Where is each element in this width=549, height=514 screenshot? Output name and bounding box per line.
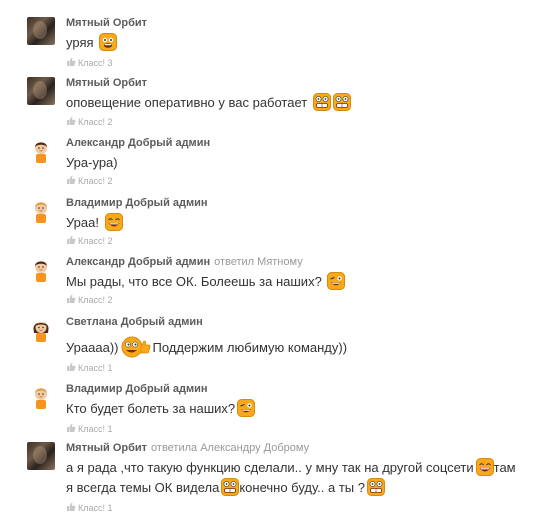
grinning-emoji-icon [312, 93, 331, 111]
thumbs-up-icon [67, 57, 76, 66]
like-button[interactable]: Класс! 2 [66, 116, 113, 128]
thumbs-up-emoji-icon [121, 336, 152, 358]
thumbs-up-icon [67, 502, 76, 511]
thumbs-up-icon [67, 362, 76, 371]
comment-text-part: конечно буду.. а ты ? [239, 480, 365, 495]
avatar[interactable] [27, 197, 55, 225]
laughing-emoji-icon [104, 213, 123, 231]
thumbs-up-icon [67, 235, 76, 244]
comment-text-part: Поддержим любимую команду)) [152, 340, 348, 355]
comment-text: Ураааа)) Поддержим любимую команду)) [66, 336, 536, 358]
avatar[interactable] [27, 137, 55, 165]
author-name[interactable]: Владимир Добрый админ [66, 383, 208, 395]
author-name[interactable]: Светлана Добрый админ [66, 316, 203, 328]
avatar[interactable] [27, 383, 55, 411]
author-name[interactable]: Мятный Орбит [66, 442, 147, 454]
avatar[interactable] [27, 256, 55, 284]
like-count: Класс! 1 [78, 503, 113, 513]
comment-text-part: Ураа! [66, 215, 99, 230]
like-count: Класс! 1 [78, 424, 113, 434]
grinning-emoji-icon [221, 478, 240, 496]
reply-to[interactable]: ответил Мятному [214, 256, 303, 268]
comment-text: уряя [66, 33, 536, 53]
comment-text: оповещение оперативно у вас работает [66, 93, 536, 113]
laughing-emoji-icon [475, 458, 494, 476]
girl-avatar-icon [33, 322, 49, 342]
author-line: Мятный Орбит [66, 77, 147, 90]
boy-avatar-icon [35, 388, 47, 409]
comment-text-part: Кто будет болеть за наших? [66, 401, 236, 416]
comment-text: Ураа! [66, 213, 536, 233]
avatar[interactable] [27, 316, 55, 344]
grinning-emoji-icon [367, 478, 385, 496]
winking-emoji-icon [237, 399, 256, 417]
like-count: Класс! 2 [78, 236, 113, 246]
author-name[interactable]: Владимир Добрый админ [66, 197, 208, 209]
author-name[interactable]: Мятный Орбит [66, 17, 147, 29]
like-button[interactable]: Класс! 2 [66, 235, 113, 247]
comment-text-part: Ураааа)) [66, 340, 119, 355]
like-button[interactable]: Класс! 2 [66, 175, 113, 187]
like-count: Класс! 3 [78, 58, 113, 68]
avatar[interactable] [27, 77, 55, 105]
thumbs-up-icon [67, 116, 76, 125]
like-count: Класс! 2 [78, 117, 113, 127]
like-count: Класс! 2 [78, 176, 113, 186]
comment-text: Ура-ура) [66, 155, 118, 170]
like-count: Класс! 2 [78, 295, 113, 305]
like-button[interactable]: Класс! 1 [66, 423, 113, 435]
author-line: Мятный Орбит [66, 17, 147, 30]
boy-avatar-icon [35, 202, 47, 223]
boy-avatar-icon [35, 261, 47, 282]
comment-text-part: оповещение оперативно у вас работает [66, 95, 308, 110]
grinning-emoji-icon [332, 93, 351, 111]
author-line: Александр Добрый админ ответил Мятному [66, 256, 303, 269]
reply-to[interactable]: ответила Александру Доброму [151, 442, 309, 454]
author-line: Мятный Орбит ответила Александру Доброму [66, 442, 309, 455]
like-button[interactable]: Класс! 1 [66, 502, 113, 514]
like-count: Класс! 1 [78, 363, 113, 373]
comment-text-part: Мы рады, что все ОК. Болеешь за наших? [66, 274, 322, 289]
author-line: Владимир Добрый админ [66, 197, 208, 210]
like-button[interactable]: Класс! 2 [66, 294, 113, 306]
thumbs-up-icon [67, 294, 76, 303]
winking-emoji-icon [327, 272, 346, 290]
author-line: Светлана Добрый админ [66, 316, 203, 329]
like-button[interactable]: Класс! 1 [66, 362, 113, 374]
avatar[interactable] [27, 17, 55, 45]
comment-text: Мы рады, что все ОК. Болеешь за наших? [66, 272, 536, 292]
laughing-emoji-icon [99, 33, 118, 51]
comment-text-part: а я рада ,что такую функцию сделали.. у … [66, 460, 474, 475]
author-line: Владимир Добрый админ [66, 383, 208, 396]
thumbs-up-icon [67, 175, 76, 184]
comment-text: Кто будет болеть за наших? [66, 399, 536, 419]
author-name[interactable]: Мятный Орбит [66, 77, 147, 89]
comment-text: а я рада ,что такую функцию сделали.. у … [66, 458, 516, 498]
boy-avatar-icon [35, 142, 47, 163]
author-name[interactable]: Александр Добрый админ [66, 137, 210, 149]
like-button[interactable]: Класс! 3 [66, 57, 113, 69]
avatar[interactable] [27, 442, 55, 470]
author-name[interactable]: Александр Добрый админ [66, 256, 210, 268]
thumbs-up-icon [67, 423, 76, 432]
author-line: Александр Добрый админ [66, 137, 210, 150]
comment-text-part: уряя [66, 35, 94, 50]
